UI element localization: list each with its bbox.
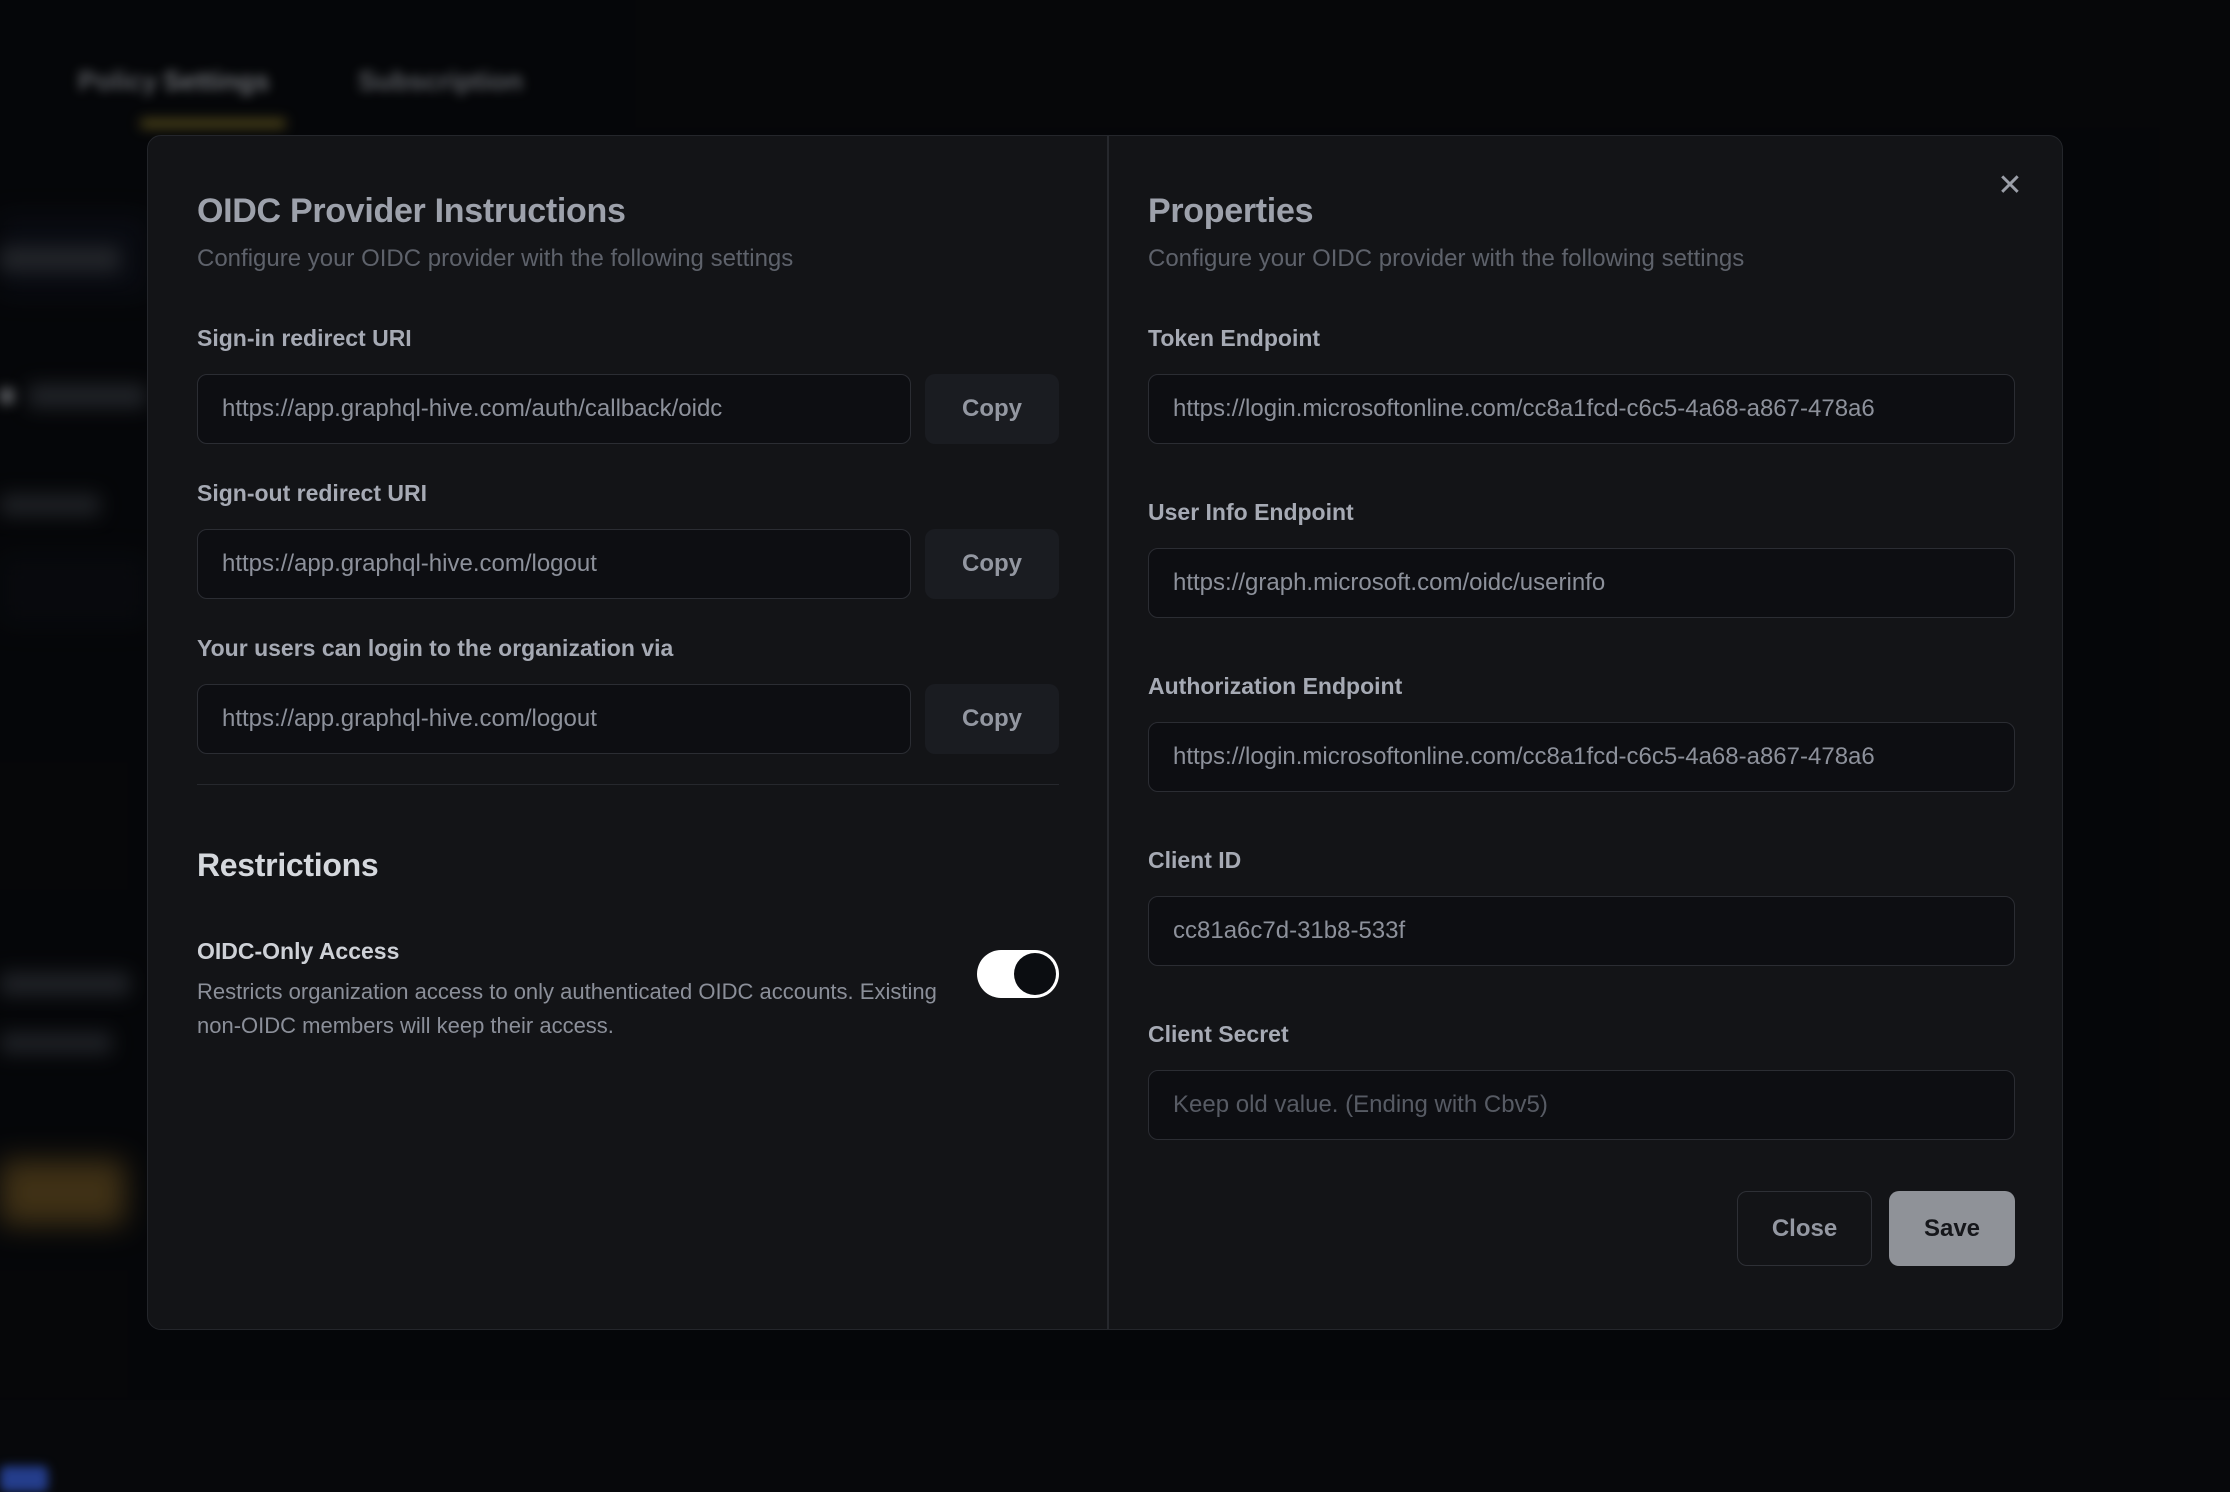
toggle-thumb (1014, 953, 1056, 995)
signout-redirect-input[interactable] (197, 529, 911, 599)
login-via-group: Your users can login to the organization… (197, 635, 1059, 754)
client-secret-group: Client Secret (1148, 1021, 2015, 1140)
authorization-endpoint-label: Authorization Endpoint (1148, 673, 2015, 700)
oidc-only-access-description: Restricts organization access to only au… (197, 975, 947, 1043)
oidc-only-access-toggle[interactable] (977, 950, 1059, 998)
userinfo-endpoint-group: User Info Endpoint (1148, 499, 2015, 618)
restrictions-title: Restrictions (197, 847, 1059, 884)
client-id-group: Client ID (1148, 847, 2015, 966)
section-divider (197, 784, 1059, 785)
signin-redirect-label: Sign-in redirect URI (197, 325, 1059, 352)
authorization-endpoint-group: Authorization Endpoint (1148, 673, 2015, 792)
properties-column: Properties Configure your OIDC provider … (1106, 136, 2062, 1329)
client-id-input[interactable] (1148, 896, 2015, 966)
properties-subtitle: Configure your OIDC provider with the fo… (1148, 245, 2015, 273)
client-secret-label: Client Secret (1148, 1021, 2015, 1048)
oidc-settings-modal: ✕ OIDC Provider Instructions Configure y… (147, 135, 2063, 1330)
instructions-subtitle: Configure your OIDC provider with the fo… (197, 245, 1059, 273)
signin-redirect-input[interactable] (197, 374, 911, 444)
properties-title: Properties (1148, 192, 2015, 231)
login-via-input[interactable] (197, 684, 911, 754)
copy-button[interactable]: Copy (925, 374, 1059, 444)
copy-button[interactable]: Copy (925, 684, 1059, 754)
client-id-label: Client ID (1148, 847, 2015, 874)
copy-button[interactable]: Copy (925, 529, 1059, 599)
authorization-endpoint-input[interactable] (1148, 722, 2015, 792)
signout-redirect-label: Sign-out redirect URI (197, 480, 1059, 507)
instructions-title: OIDC Provider Instructions (197, 192, 1059, 231)
oidc-only-access-row: OIDC-Only Access Restricts organization … (197, 938, 1059, 1043)
userinfo-endpoint-label: User Info Endpoint (1148, 499, 2015, 526)
close-button[interactable]: Close (1737, 1191, 1872, 1266)
signout-redirect-group: Sign-out redirect URI Copy (197, 480, 1059, 599)
save-button[interactable]: Save (1889, 1191, 2015, 1266)
token-endpoint-group: Token Endpoint (1148, 325, 2015, 444)
token-endpoint-label: Token Endpoint (1148, 325, 2015, 352)
userinfo-endpoint-input[interactable] (1148, 548, 2015, 618)
login-via-label: Your users can login to the organization… (197, 635, 1059, 662)
modal-actions: Close Save (1737, 1191, 2015, 1266)
instructions-column: OIDC Provider Instructions Configure you… (148, 136, 1106, 1329)
oidc-only-access-label: OIDC-Only Access (197, 938, 947, 965)
token-endpoint-input[interactable] (1148, 374, 2015, 444)
signin-redirect-group: Sign-in redirect URI Copy (197, 325, 1059, 444)
client-secret-input[interactable] (1148, 1070, 2015, 1140)
